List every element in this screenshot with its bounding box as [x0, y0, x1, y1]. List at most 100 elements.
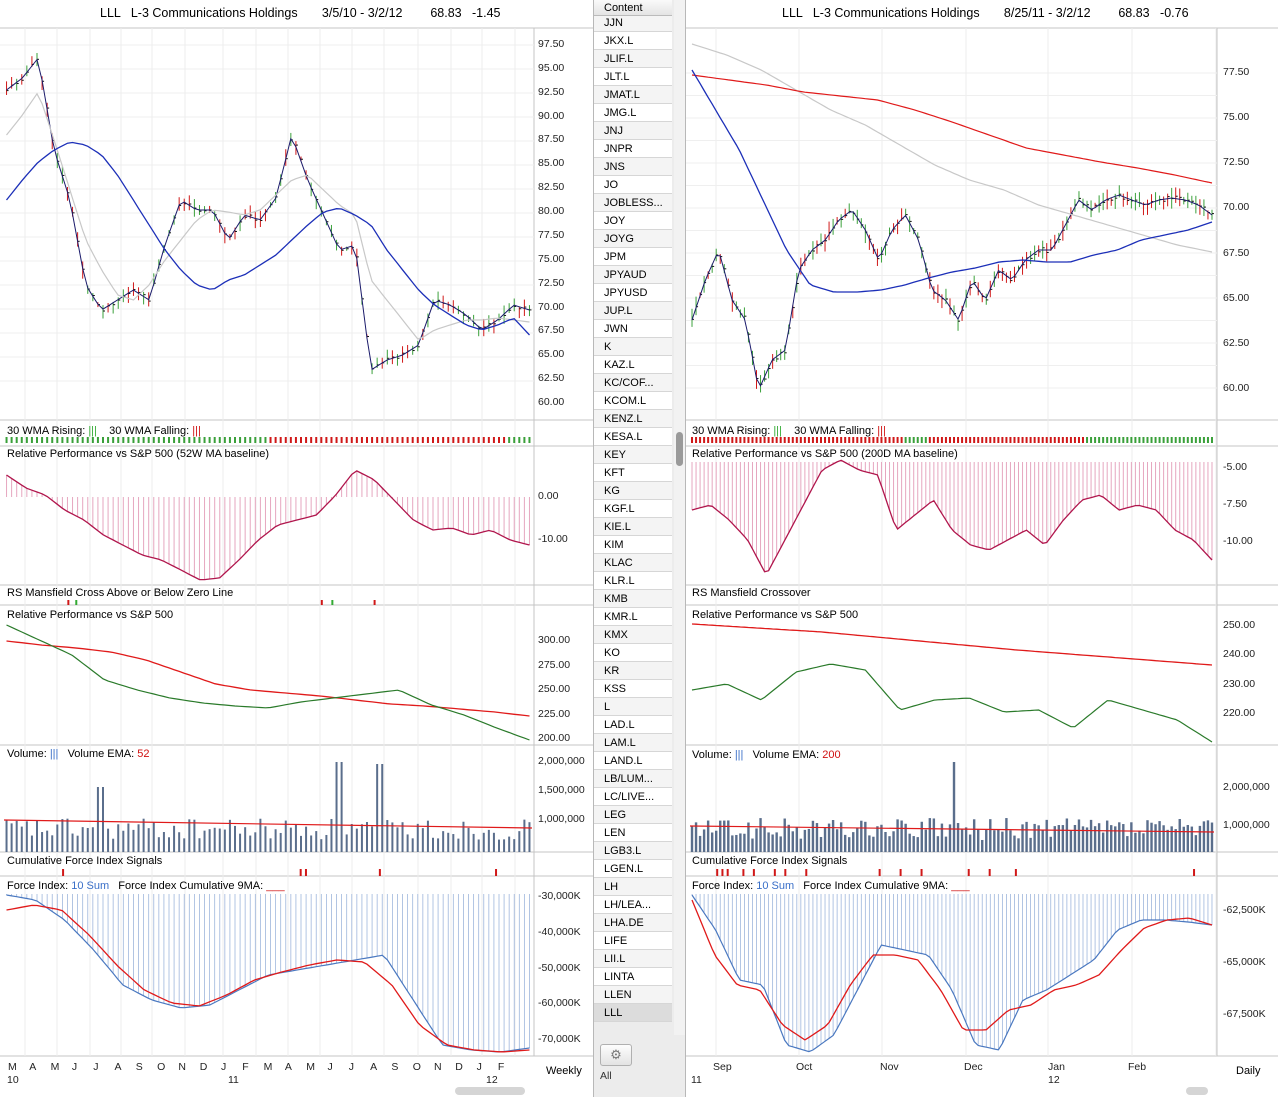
- symbol-item[interactable]: KEY: [594, 446, 672, 464]
- symbol-item[interactable]: LH/LEA...: [594, 896, 672, 914]
- symbol-item[interactable]: LAD.L: [594, 716, 672, 734]
- symbol-item[interactable]: KIE.L: [594, 518, 672, 536]
- symbol-item[interactable]: JPM: [594, 248, 672, 266]
- symbol-item[interactable]: KGF.L: [594, 500, 672, 518]
- symbol-item[interactable]: LII.L: [594, 950, 672, 968]
- symbol-item[interactable]: LEG: [594, 806, 672, 824]
- symbol-list-panel[interactable]: JJEJJNJKX.LJLIF.LJLT.LJMAT.LJMG.LJNJJNPR…: [593, 0, 686, 1097]
- timeframe-selector[interactable]: Daily: [1236, 1065, 1260, 1077]
- month-label: Sep: [713, 1061, 732, 1073]
- symbol-item[interactable]: LLEN: [594, 986, 672, 1004]
- symbol-item[interactable]: LEN: [594, 824, 672, 842]
- volume-bar: [1001, 831, 1004, 852]
- symbol-item[interactable]: L: [594, 698, 672, 716]
- symbol-item[interactable]: JMG.L: [594, 104, 672, 122]
- symbol-item[interactable]: JOY: [594, 212, 672, 230]
- symbol-item[interactable]: LGEN.L: [594, 860, 672, 878]
- symbol-item[interactable]: JO: [594, 176, 672, 194]
- symbol-item[interactable]: JPYUSD: [594, 284, 672, 302]
- timeframe-selector[interactable]: Weekly: [546, 1065, 582, 1077]
- symbol-item[interactable]: LGB3.L: [594, 842, 672, 860]
- month-label: J: [71, 1061, 78, 1073]
- price-tick: 85.00: [538, 157, 565, 170]
- symbol-item[interactable]: JLT.L: [594, 68, 672, 86]
- symbol-item[interactable]: KFT: [594, 464, 672, 482]
- horizontal-scrollbar[interactable]: [1186, 1087, 1208, 1095]
- symbol-item[interactable]: JNPR: [594, 140, 672, 158]
- volume-bar: [731, 835, 734, 852]
- symbol-item[interactable]: JOYG: [594, 230, 672, 248]
- symbol-item[interactable]: JPYAUD: [594, 266, 672, 284]
- symbol-item[interactable]: KG: [594, 482, 672, 500]
- content-column-header[interactable]: Content: [594, 0, 672, 16]
- symbol-item[interactable]: LB/LUM...: [594, 770, 672, 788]
- wma-marker: [864, 437, 867, 443]
- wma-marker: [747, 437, 750, 443]
- symbol-item[interactable]: KMR.L: [594, 608, 672, 626]
- volume-bar: [426, 820, 429, 852]
- axis-tick: 250.00: [1223, 619, 1256, 631]
- symbol-item[interactable]: KLR.L: [594, 572, 672, 590]
- wma-marker: [401, 437, 404, 443]
- volume-bar: [985, 829, 988, 852]
- symbol-item[interactable]: KENZ.L: [594, 410, 672, 428]
- wma-marker: [856, 437, 859, 443]
- symbol-item[interactable]: LHA.DE: [594, 914, 672, 932]
- volume-ema-line: [689, 825, 1215, 833]
- symbol-item[interactable]: KCOM.L: [594, 392, 672, 410]
- symbol-item[interactable]: KMX: [594, 626, 672, 644]
- wma-marker: [457, 437, 460, 443]
- symbol-item[interactable]: JMAT.L: [594, 86, 672, 104]
- horizontal-scrollbar[interactable]: [455, 1087, 525, 1095]
- symbol-item[interactable]: KSS: [594, 680, 672, 698]
- axis-tick: 1,500,000: [538, 784, 585, 796]
- symbol-item[interactable]: KIM: [594, 536, 672, 554]
- wma-marker: [107, 437, 110, 443]
- symbol-item[interactable]: LIFE: [594, 932, 672, 950]
- daily-chart-canvas[interactable]: [686, 0, 1278, 1097]
- volume-bar: [831, 820, 835, 852]
- wma-marker: [1134, 437, 1137, 443]
- symbol-item[interactable]: JLIF.L: [594, 50, 672, 68]
- symbol-item[interactable]: KC/COF...: [594, 374, 672, 392]
- wma-marker: [137, 437, 140, 443]
- vertical-scrollbar-thumb[interactable]: [676, 432, 683, 466]
- volume-bar: [1162, 825, 1165, 852]
- symbol-item[interactable]: KLAC: [594, 554, 672, 572]
- right-chart-pane[interactable]: LLL L-3 Communications Holdings 8/25/11 …: [686, 0, 1278, 1097]
- wma-marker: [1146, 437, 1149, 443]
- left-chart-pane[interactable]: LLL L-3 Communications Holdings 3/5/10 -…: [0, 0, 593, 1097]
- volume-bar: [391, 822, 394, 852]
- weekly-chart-canvas[interactable]: [0, 0, 593, 1097]
- volume-bar: [719, 820, 722, 852]
- symbol-item[interactable]: K: [594, 338, 672, 356]
- wma-marker: [467, 437, 470, 443]
- symbol-item[interactable]: KESA.L: [594, 428, 672, 446]
- symbol-list[interactable]: JJEJJNJKX.LJLIF.LJLT.LJMAT.LJMG.LJNJJNPR…: [594, 0, 672, 1022]
- symbol-item[interactable]: KR: [594, 662, 672, 680]
- gear-icon[interactable]: ⚙: [600, 1044, 632, 1066]
- symbol-item[interactable]: LINTA: [594, 968, 672, 986]
- symbol-item[interactable]: KAZ.L: [594, 356, 672, 374]
- symbol-item[interactable]: LLL: [594, 1004, 672, 1022]
- symbol-item[interactable]: JNJ: [594, 122, 672, 140]
- symbol-item[interactable]: JWN: [594, 320, 672, 338]
- symbol-item[interactable]: LAM.L: [594, 734, 672, 752]
- symbol-item[interactable]: JKX.L: [594, 32, 672, 50]
- all-filter-button[interactable]: All: [600, 1070, 612, 1082]
- symbol-item[interactable]: LC/LIVE...: [594, 788, 672, 806]
- symbol-item[interactable]: JUP.L: [594, 302, 672, 320]
- symbol-item[interactable]: LH: [594, 878, 672, 896]
- volume-bar: [1146, 820, 1149, 852]
- symbol-item[interactable]: JNS: [594, 158, 672, 176]
- symbol-item[interactable]: KMB: [594, 590, 672, 608]
- symbol-item[interactable]: JJN: [594, 14, 672, 32]
- vertical-scrollbar-track[interactable]: [674, 0, 685, 1035]
- volume-bar: [467, 827, 470, 852]
- symbol-item[interactable]: LAND.L: [594, 752, 672, 770]
- volume-bar: [1182, 826, 1185, 852]
- symbol-item[interactable]: JOBLESS...: [594, 194, 672, 212]
- wma-marker: [1138, 437, 1141, 443]
- symbol-item[interactable]: KO: [594, 644, 672, 662]
- volume-bar: [452, 834, 455, 852]
